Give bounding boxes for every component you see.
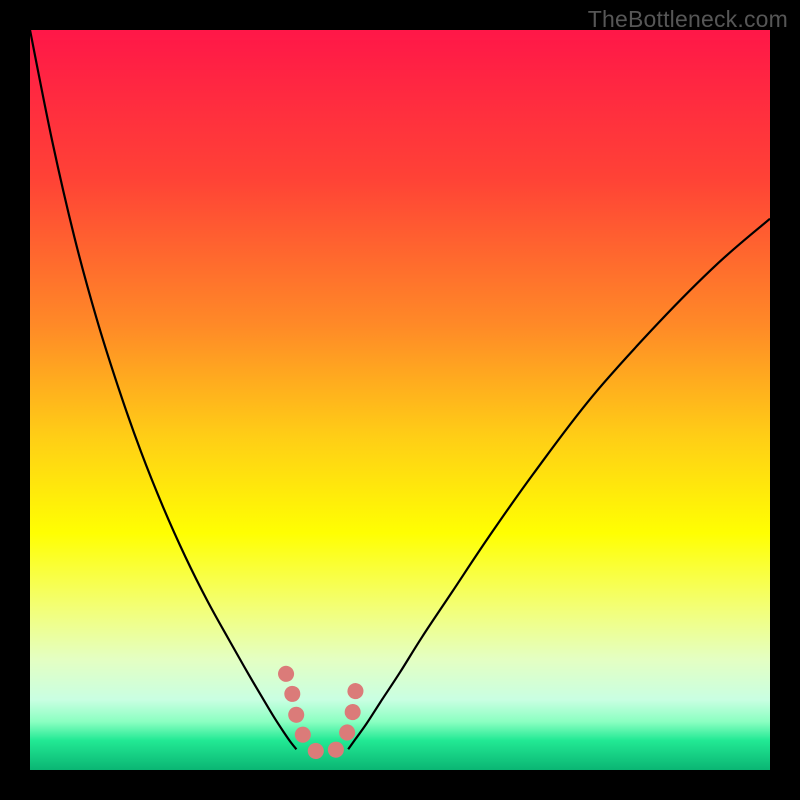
plot-area <box>30 30 770 770</box>
gradient-background <box>30 30 770 770</box>
chart-frame: TheBottleneck.com <box>0 0 800 800</box>
chart-svg <box>30 30 770 770</box>
watermark-text: TheBottleneck.com <box>588 6 788 33</box>
